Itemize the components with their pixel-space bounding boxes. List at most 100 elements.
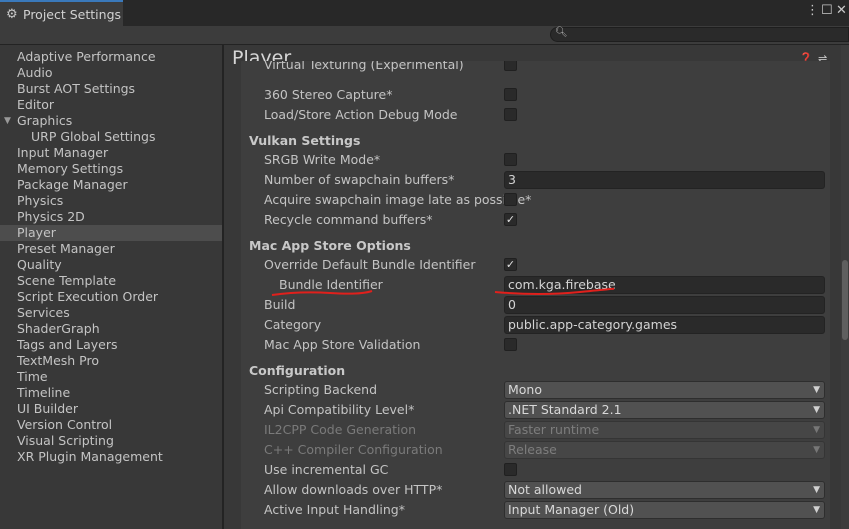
setting-row: Load/Store Action Debug Mode <box>241 105 830 125</box>
setting-dropdown[interactable]: Not allowed ▼ <box>504 481 825 499</box>
sidebar-item[interactable]: XR Plugin Management <box>0 449 222 465</box>
sidebar-item-label: Player <box>17 225 56 240</box>
sidebar-item-label: Services <box>17 305 70 320</box>
setting-label: Virtual Texturing (Experimental) <box>264 61 464 72</box>
setting-dropdown[interactable]: .NET Standard 2.1 ▼ <box>504 401 825 419</box>
setting-checkbox[interactable] <box>504 193 517 206</box>
sidebar-item-label: Script Execution Order <box>17 289 159 304</box>
sidebar-item[interactable]: Preset Manager <box>0 241 222 257</box>
setting-checkbox[interactable]: ✓ <box>504 258 517 271</box>
sidebar-item-label: Visual Scripting <box>17 433 114 448</box>
setting-label: C++ Compiler Configuration <box>264 442 443 457</box>
setting-label: Mac App Store Validation <box>264 337 421 352</box>
section-title: Vulkan Settings <box>249 133 361 148</box>
setting-dropdown[interactable]: Input Manager (Old) ▼ <box>504 501 825 519</box>
sidebar-item[interactable]: Audio <box>0 65 222 81</box>
sidebar-item[interactable]: Scene Template <box>0 273 222 289</box>
sidebar-item[interactable]: Physics <box>0 193 222 209</box>
setting-row: Override Default Bundle Identifier ✓ <box>241 255 830 275</box>
close-icon[interactable]: ✕ <box>836 3 847 18</box>
sidebar-item[interactable]: Input Manager <box>0 145 222 161</box>
search-input[interactable]: 🔍︎ <box>550 27 849 42</box>
setting-row: Use incremental GC <box>241 460 830 480</box>
sidebar-item[interactable]: Tags and Layers <box>0 337 222 353</box>
setting-row: C++ Compiler Configuration Release ▼ <box>241 440 830 460</box>
sidebar-item[interactable]: Visual Scripting <box>0 433 222 449</box>
scrollbar[interactable] <box>841 45 849 529</box>
setting-row: Api Compatibility Level* .NET Standard 2.… <box>241 400 830 420</box>
setting-row: Acquire swapchain image late as possible… <box>241 190 830 210</box>
sidebar-item[interactable]: UI Builder <box>0 401 222 417</box>
sidebar-item[interactable]: Version Control <box>0 417 222 433</box>
sidebar-item[interactable]: Package Manager <box>0 177 222 193</box>
setting-checkbox[interactable] <box>504 463 517 476</box>
section-title: Mac App Store Options <box>249 238 411 253</box>
sidebar-item-label: Adaptive Performance <box>17 49 156 64</box>
section-header: Vulkan Settings <box>241 131 830 151</box>
sidebar-item-label: Quality <box>17 257 62 272</box>
sidebar-item-label: Input Manager <box>17 145 109 160</box>
sidebar-item-label: Tags and Layers <box>17 337 118 352</box>
project-settings-tab[interactable]: ⚙ Project Settings <box>0 0 123 26</box>
chevron-down-icon: ▼ <box>813 385 820 395</box>
expand-arrow-icon[interactable]: ▼ <box>4 113 11 129</box>
sidebar-item[interactable]: Services <box>0 305 222 321</box>
setting-label: Build <box>264 297 296 312</box>
scrollbar-thumb[interactable] <box>842 260 848 340</box>
title-bar: ⚙ Project Settings ⋮ ☐ ✕ <box>0 0 849 26</box>
setting-checkbox[interactable] <box>504 153 517 166</box>
sidebar-item-label: Preset Manager <box>17 241 115 256</box>
sidebar-item[interactable]: Quality <box>0 257 222 273</box>
setting-label: Number of swapchain buffers* <box>264 172 455 187</box>
setting-dropdown[interactable]: Mono ▼ <box>504 381 825 399</box>
sidebar-item[interactable]: ▼ Graphics <box>0 113 222 129</box>
sidebar-item-label: TextMesh Pro <box>17 353 99 368</box>
setting-checkbox[interactable]: ✓ <box>504 213 517 226</box>
setting-checkbox[interactable] <box>504 88 517 101</box>
setting-text-field[interactable]: public.app-category.games <box>504 316 825 334</box>
chevron-down-icon: ▼ <box>813 425 820 435</box>
sidebar-item[interactable]: Adaptive Performance <box>0 49 222 65</box>
setting-checkbox[interactable] <box>504 108 517 121</box>
sidebar-item[interactable]: URP Global Settings <box>0 129 222 145</box>
sidebar-item-label: ShaderGraph <box>17 321 100 336</box>
sidebar-item-label: UI Builder <box>17 401 79 416</box>
sidebar-item[interactable]: Memory Settings <box>0 161 222 177</box>
player-settings-panel: Player ❓ ⇌ ⋮ Virtual Texturing (Experime… <box>224 45 849 529</box>
settings-content: Virtual Texturing (Experimental) 360 Ster… <box>241 61 830 529</box>
sidebar-item-label: Memory Settings <box>17 161 124 176</box>
setting-text-field[interactable]: 3 <box>504 171 825 189</box>
settings-sidebar: Adaptive Performance Audio Burst AOT Setti… <box>0 45 222 529</box>
more-icon[interactable]: ⋮ <box>806 3 819 18</box>
setting-checkbox[interactable] <box>504 61 517 71</box>
search-strip: 🔍︎ <box>0 26 849 45</box>
sidebar-item[interactable]: Player <box>0 225 222 241</box>
setting-text-field[interactable]: 0 <box>504 296 825 314</box>
setting-row: SRGB Write Mode* <box>241 150 830 170</box>
chevron-down-icon: ▼ <box>813 405 820 415</box>
sidebar-item[interactable]: TextMesh Pro <box>0 353 222 369</box>
setting-row: Scripting Backend Mono ▼ <box>241 380 830 400</box>
setting-text-field[interactable]: com.kga.firebase <box>504 276 825 294</box>
sidebar-item[interactable]: Physics 2D <box>0 209 222 225</box>
dropdown-value: Mono <box>508 382 543 397</box>
dropdown-value: .NET Standard 2.1 <box>508 402 622 417</box>
sidebar-item[interactable]: Timeline <box>0 385 222 401</box>
chevron-down-icon: ▼ <box>813 445 820 455</box>
setting-row: Category public.app-category.games <box>241 315 830 335</box>
maximize-icon[interactable]: ☐ <box>821 3 833 18</box>
sidebar-item[interactable]: Editor <box>0 97 222 113</box>
sidebar-item-label: Physics 2D <box>17 209 85 224</box>
sidebar-item[interactable]: ShaderGraph <box>0 321 222 337</box>
setting-label: 360 Stereo Capture* <box>264 87 393 102</box>
sidebar-item[interactable]: Time <box>0 369 222 385</box>
setting-checkbox[interactable] <box>504 338 517 351</box>
setting-label: Allow downloads over HTTP* <box>264 482 443 497</box>
dropdown-value: Not allowed <box>508 482 582 497</box>
setting-label: Use incremental GC <box>264 462 389 477</box>
sidebar-item[interactable]: Burst AOT Settings <box>0 81 222 97</box>
setting-label: SRGB Write Mode* <box>264 152 381 167</box>
setting-label: Override Default Bundle Identifier <box>264 257 476 272</box>
sidebar-item[interactable]: Script Execution Order <box>0 289 222 305</box>
setting-dropdown: Faster runtime ▼ <box>504 421 825 439</box>
